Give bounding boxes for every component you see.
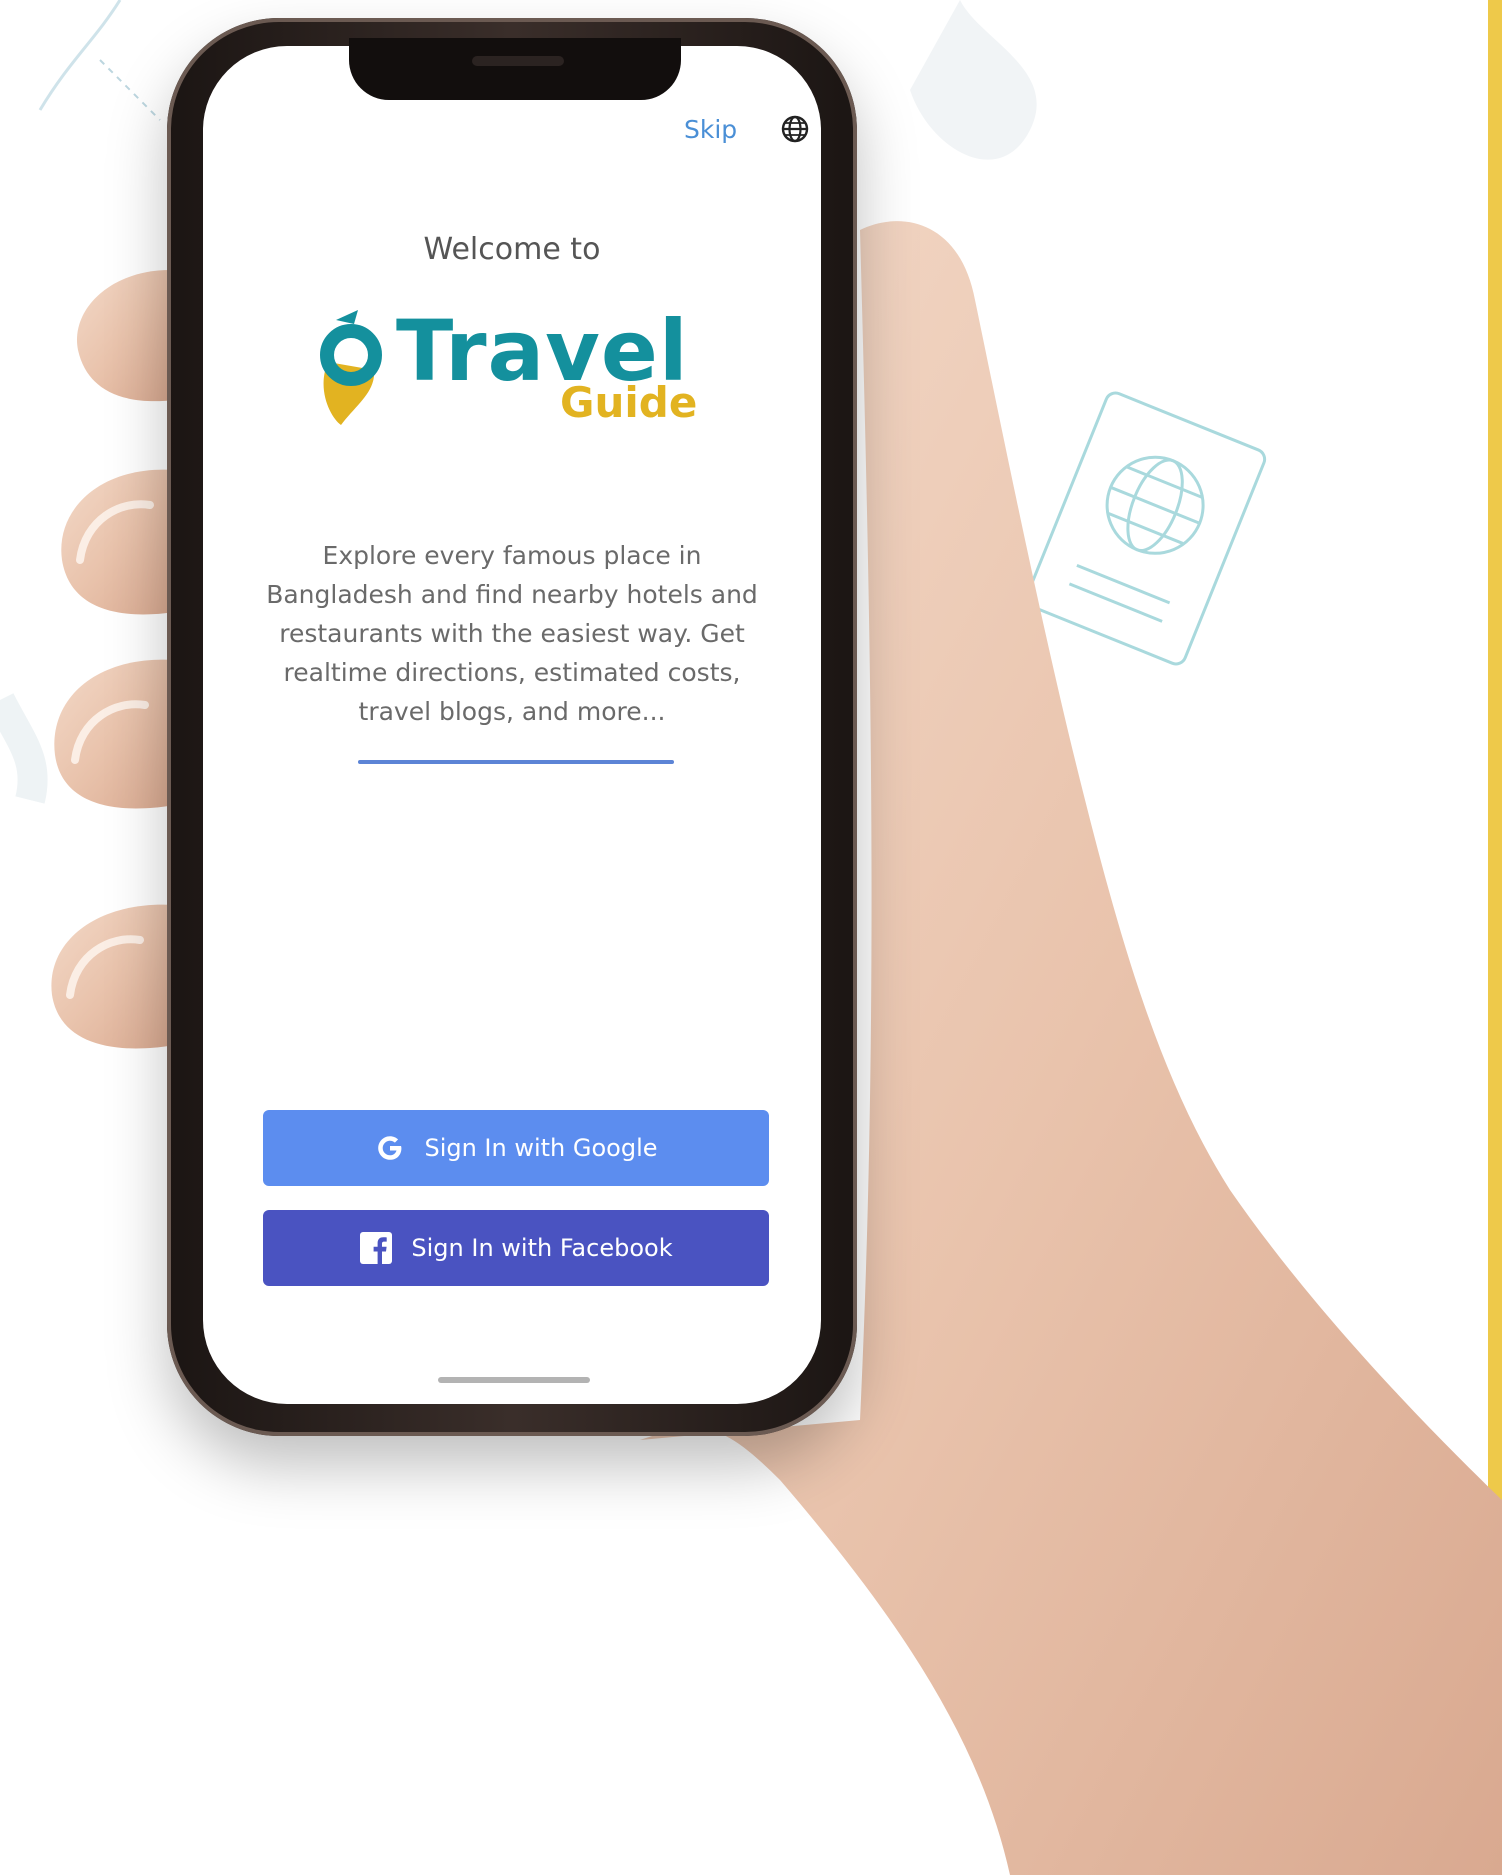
facebook-button-label: Sign In with Facebook — [411, 1234, 673, 1262]
google-icon — [374, 1132, 406, 1164]
phone-speaker — [472, 56, 564, 66]
logo-subtitle: Guide — [560, 378, 698, 427]
google-button-label: Sign In with Google — [424, 1134, 658, 1162]
welcome-text: Welcome to — [423, 232, 601, 267]
skip-link[interactable]: Skip — [684, 115, 737, 144]
home-indicator — [438, 1377, 590, 1383]
sign-in-google-button[interactable]: Sign In with Google — [263, 1110, 769, 1186]
phone-notch — [349, 38, 681, 100]
progress-divider — [358, 760, 674, 764]
sign-in-facebook-button[interactable]: Sign In with Facebook — [263, 1210, 769, 1286]
globe-icon[interactable] — [780, 114, 810, 144]
facebook-icon — [359, 1231, 393, 1265]
intro-description: Explore every famous place in Bangladesh… — [266, 541, 758, 726]
